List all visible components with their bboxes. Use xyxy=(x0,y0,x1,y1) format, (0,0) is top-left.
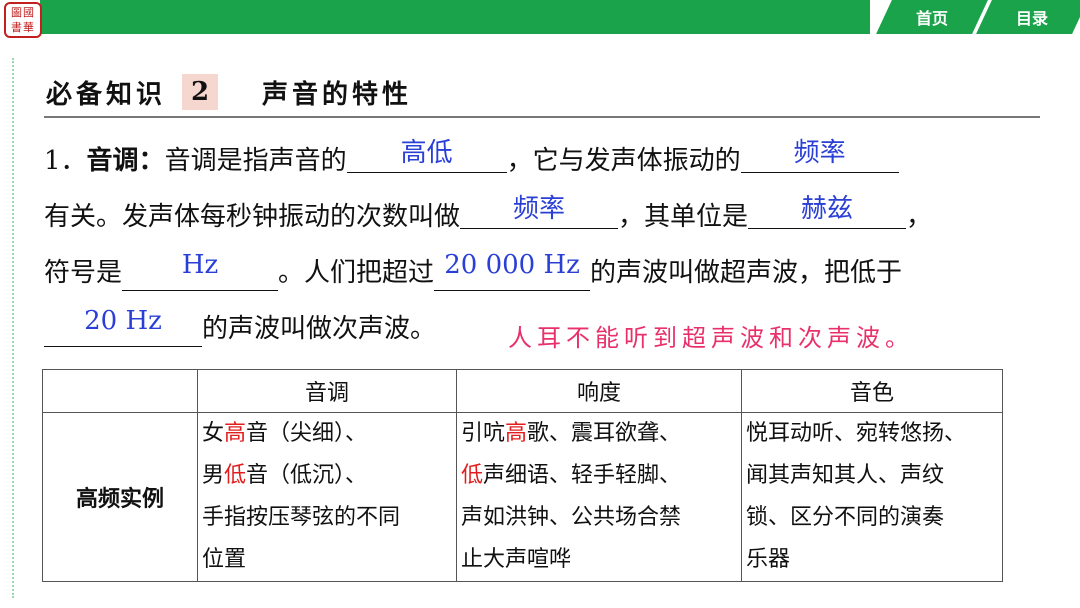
note-text: 人耳不能听到超声波和次声波。 xyxy=(508,324,914,352)
text-segment: 音调是指声音的 xyxy=(164,146,347,176)
para-line-4: 20 Hz 的声波叫做次声波。 xyxy=(44,306,437,347)
text-segment: ，其单位是 xyxy=(618,202,749,232)
table-header-cell: 响度 xyxy=(456,369,742,413)
table-header-cell: 音色 xyxy=(741,369,1003,413)
answer-text: 频率 xyxy=(513,194,566,224)
row-label: 高频实例 xyxy=(42,412,198,582)
loudness-examples-cell: 引吭高歌、震耳欲聋、 低声细语、轻手轻脚、 声如洪钟、公共场合禁 止大声喧哗 xyxy=(456,412,742,582)
para-line-2: 有关。发声体每秒钟振动的次数叫做 频率 ，其单位是 赫兹 ， xyxy=(44,194,933,233)
para-line-3: 符号是 Hz 。人们把超过 20 000 Hz 的声波叫做超声波，把低于 xyxy=(44,250,903,291)
table-row: 高频实例 女高音（尖细）、 男低音（低沉）、 手指按压琴弦的不同 位置 引吭高歌… xyxy=(42,412,1003,582)
answer-text: 高低 xyxy=(400,138,453,168)
pitch-examples-cell: 女高音（尖细）、 男低音（低沉）、 手指按压琴弦的不同 位置 xyxy=(197,412,457,582)
text-segment: 有关。发声体每秒钟振动的次数叫做 xyxy=(44,202,461,232)
answer-blank-2: 频率 xyxy=(740,138,899,173)
home-button[interactable]: 首页 xyxy=(876,0,988,34)
answer-blank-4: 赫兹 xyxy=(748,194,907,229)
header-band xyxy=(40,0,870,34)
toc-button-label: 目录 xyxy=(1015,9,1048,28)
title-divider xyxy=(44,116,1040,118)
text-segment: ， xyxy=(906,202,933,232)
toc-button[interactable]: 目录 xyxy=(976,0,1080,34)
text-segment: ，它与发声体振动的 xyxy=(506,146,741,176)
answer-text: 赫兹 xyxy=(801,194,854,224)
item-number: 1． xyxy=(44,146,87,176)
answer-blank-1: 高低 xyxy=(346,138,507,173)
text-segment: 的声波叫做次声波。 xyxy=(202,314,437,344)
answer-text: 20 Hz xyxy=(84,306,162,336)
answer-blank-7: 20 Hz xyxy=(44,306,202,347)
timbre-examples-cell: 悦耳动听、宛转悠扬、 闻其声知其人、声纹 锁、区分不同的演奏 乐器 xyxy=(741,412,1003,582)
section-title: 必备知识 2 声音的特性 xyxy=(46,72,412,112)
top-bar: 圖國 書華 首页 目录 xyxy=(0,0,1080,38)
text-segment: 符号是 xyxy=(44,258,123,288)
para-line-1: 1．音调：音调是指声音的 高低 ，它与发声体振动的 频率 xyxy=(44,138,899,177)
answer-blank-6: 20 000 Hz xyxy=(434,250,591,291)
table-header-cell: 音调 xyxy=(197,369,457,413)
table-header-row: 音调 响度 音色 xyxy=(42,369,1003,413)
answer-text: Hz xyxy=(181,250,219,280)
sound-characteristics-table: 音调 响度 音色 高频实例 女高音（尖细）、 男低音（低沉）、 手指按压琴弦的不… xyxy=(42,369,1003,582)
answer-text: 20 000 Hz xyxy=(444,250,580,280)
answer-blank-5: Hz xyxy=(122,250,279,291)
section-label: 必备知识 xyxy=(46,79,167,110)
term-label: 音调： xyxy=(86,146,165,176)
table-header-cell xyxy=(42,369,198,413)
section-number: 2 xyxy=(182,74,219,110)
text-segment: 的声波叫做超声波，把低于 xyxy=(590,258,903,288)
left-dotted-rule xyxy=(12,58,14,598)
home-button-label: 首页 xyxy=(915,9,948,28)
answer-text: 频率 xyxy=(793,138,846,168)
answer-blank-3: 频率 xyxy=(460,194,619,229)
section-name: 声音的特性 xyxy=(262,79,413,110)
text-segment: 。人们把超过 xyxy=(278,258,435,288)
publisher-logo: 圖國 書華 xyxy=(4,2,42,38)
